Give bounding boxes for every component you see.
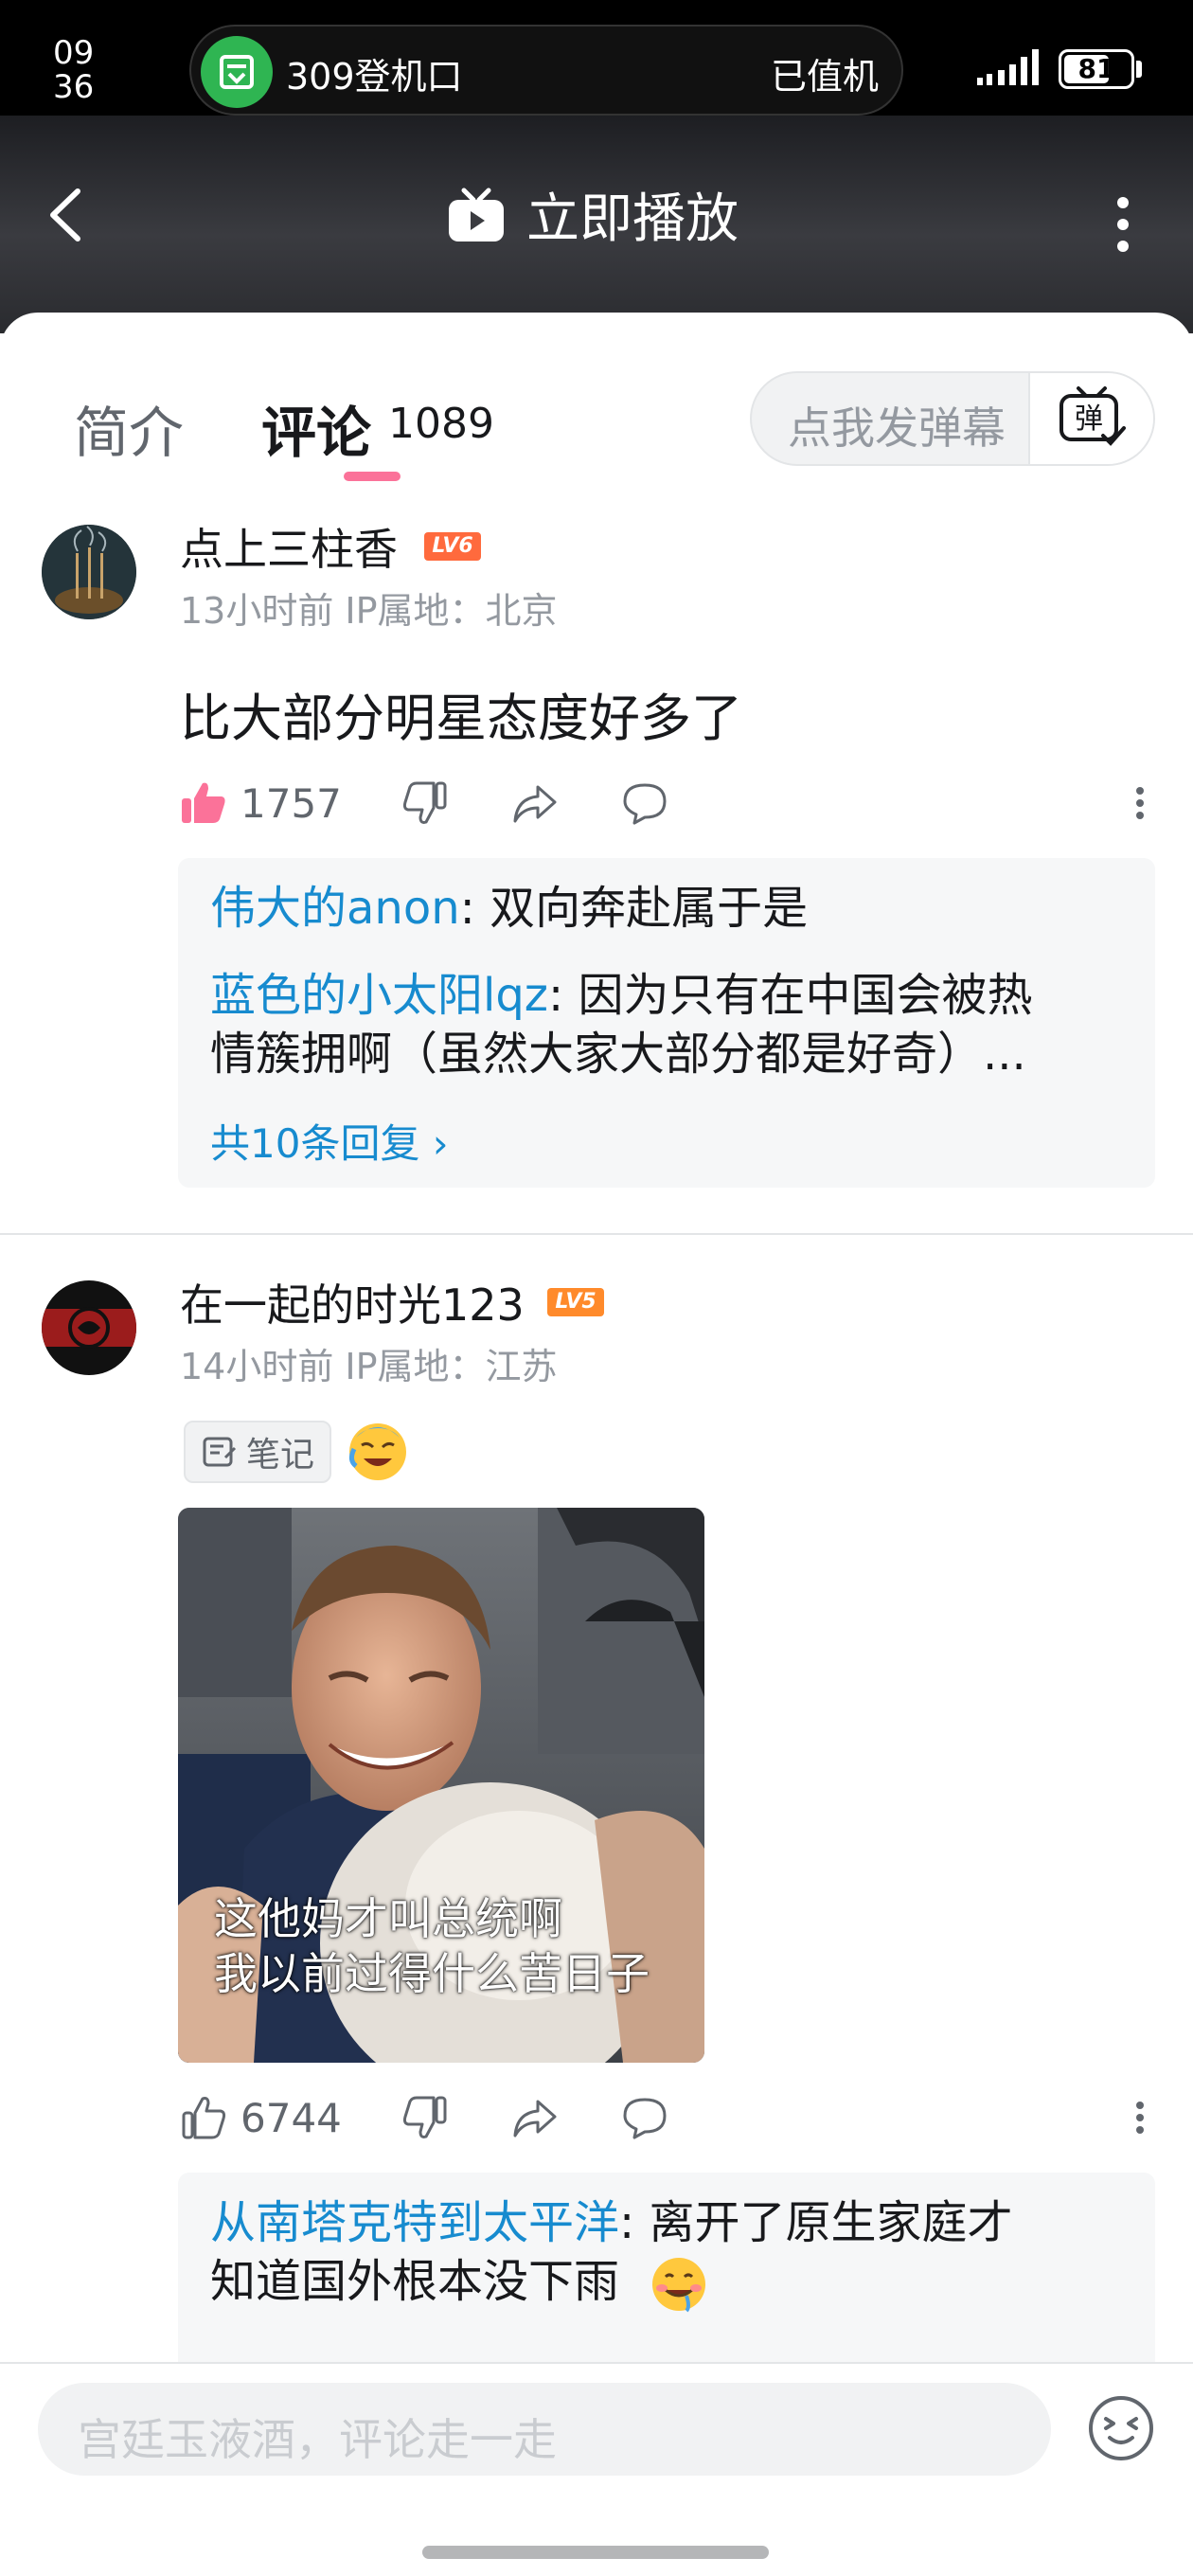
comment-input[interactable]: 宫廷玉液酒，评论走一走 <box>38 2383 1051 2476</box>
status-time: 09 36 <box>53 36 94 104</box>
comment-image[interactable]: 这他妈才叫总统啊 我以前过得什么苦日子 <box>178 1508 704 2063</box>
battery-cap <box>1136 61 1142 78</box>
share-button[interactable] <box>511 2089 559 2146</box>
like-count: 6744 <box>240 2094 342 2141</box>
reply-username[interactable]: 从南塔克特到太平洋 <box>210 2196 619 2249</box>
live-activity-title: 309登机口 <box>286 56 463 98</box>
thumbs-up-icon <box>182 2097 226 2139</box>
live-activity-pill[interactable]: 309登机口 已值机 <box>189 25 903 116</box>
emoji-icon <box>1089 2396 1153 2460</box>
image-caption-line: 我以前过得什么苦日子 <box>214 1948 650 1999</box>
reply-text: : 离开了原生家庭才 <box>619 2196 1013 2249</box>
live-activity-status: 已值机 <box>770 56 879 98</box>
comment-input-placeholder: 宫廷玉液酒，评论走一走 <box>78 2414 557 2465</box>
status-time-hour: 09 <box>53 34 95 72</box>
status-time-minute: 36 <box>53 68 95 106</box>
comment-meta: 14小时前 IP属地：江苏 <box>180 1346 558 1387</box>
battery-icon: 81 <box>1059 49 1134 89</box>
play-now-label: 立即播放 <box>526 188 739 250</box>
reply-text-cont: 知道国外根本没下雨 <box>210 2255 620 2308</box>
username[interactable]: 在一起的时光123 <box>180 1271 525 1333</box>
reply-preview-box[interactable]: 从南塔克特到太平洋: 离开了原生家庭才 知道国外根本没下雨 <box>178 2173 1155 2381</box>
note-icon <box>203 1437 237 1467</box>
content-sheet: 简介 评论 1089 点我发弹幕 弹 点上三柱香 LV6 13小时前 IP属地：… <box>0 313 1193 2576</box>
back-button[interactable] <box>36 172 93 258</box>
reply-button[interactable] <box>621 2089 668 2146</box>
chevron-left-icon <box>50 188 80 242</box>
crying-laugh-emoji-icon <box>348 1423 406 1480</box>
more-options-button[interactable] <box>1104 182 1142 267</box>
like-button[interactable]: 6744 <box>180 2089 342 2146</box>
play-now-button[interactable]: 立即播放 <box>445 176 739 252</box>
signal-icon <box>977 49 1039 85</box>
note-label: 笔记 <box>245 1436 314 1475</box>
tv-play-icon <box>449 188 504 242</box>
comment-input-bar: 宫廷玉液酒，评论走一走 <box>0 2362 1193 2576</box>
avatar[interactable] <box>42 1280 136 1375</box>
video-header: 立即播放 <box>0 116 1193 333</box>
drooling-emoji-icon <box>652 2258 706 2313</box>
level-badge: LV5 <box>547 1288 604 1316</box>
more-vertical-icon <box>1136 2102 1144 2134</box>
dislike-button[interactable] <box>401 2089 449 2146</box>
more-vertical-icon <box>1117 197 1129 252</box>
battery-percent: 81 <box>1077 53 1115 84</box>
reply-preview-item: 从南塔克特到太平洋: 离开了原生家庭才 知道国外根本没下雨 <box>210 2193 1127 2315</box>
boarding-icon <box>201 36 273 108</box>
comment-bubble-icon <box>623 2098 667 2139</box>
emoji-picker-button[interactable] <box>1085 2392 1157 2464</box>
home-indicator[interactable] <box>422 2546 769 2559</box>
comment-actions: 6744 <box>180 2089 1165 2146</box>
comment-item: 在一起的时光123 LV5 14小时前 IP属地：江苏 笔记 这他妈才叫总统啊 … <box>0 313 1193 2396</box>
note-tag[interactable]: 笔记 <box>184 1421 331 1483</box>
image-caption-line: 这他妈才叫总统啊 <box>214 1893 562 1944</box>
status-bar: 09 36 309登机口 已值机 81 <box>0 0 1193 116</box>
comment-more-button[interactable] <box>1132 2089 1148 2146</box>
share-icon <box>513 2100 557 2138</box>
thumbs-down-icon <box>402 2096 447 2138</box>
